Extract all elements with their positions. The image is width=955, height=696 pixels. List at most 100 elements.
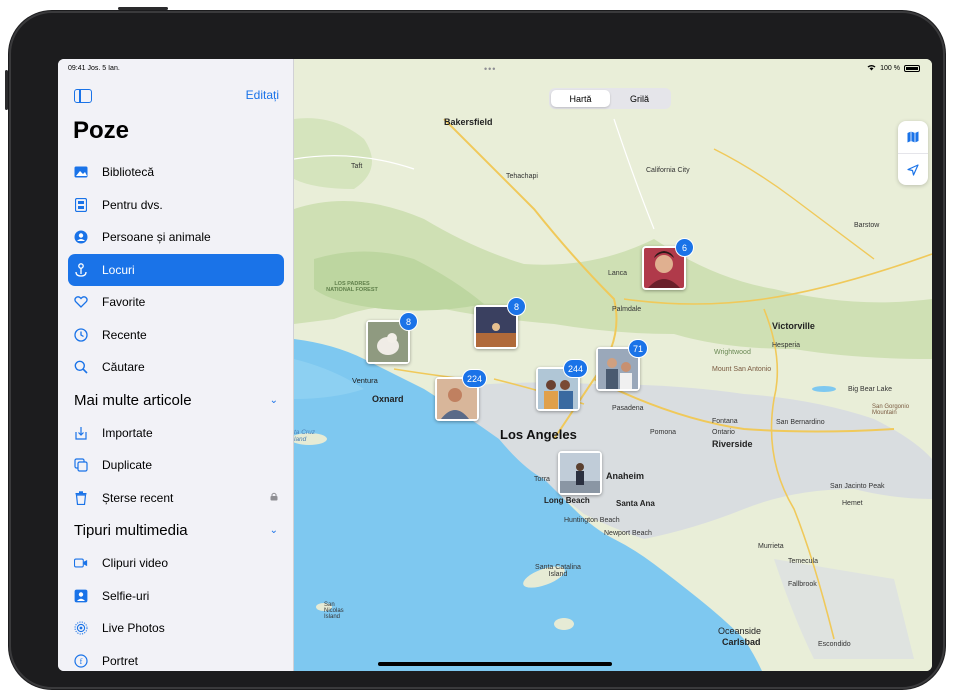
- sidebar-toggle-icon[interactable]: [74, 89, 92, 103]
- home-indicator[interactable]: [378, 662, 612, 666]
- map-label: Tehachapi: [506, 173, 538, 180]
- current-location-button[interactable]: [898, 153, 928, 185]
- segment-grid[interactable]: Grilă: [610, 90, 669, 107]
- map-label: Wrightwood: [714, 349, 751, 356]
- map-label: Oceanside: [718, 626, 762, 636]
- map-label: Santa Catalina Island: [535, 564, 581, 578]
- sidebar-item-imports[interactable]: Importate: [58, 417, 293, 450]
- cluster-count-badge: 8: [507, 297, 526, 316]
- photo-cluster[interactable]: 244: [536, 359, 588, 411]
- status-date: Jos. 5 Ian.: [87, 65, 120, 72]
- sidebar-item-search[interactable]: Căutare: [58, 351, 293, 384]
- photo-cluster[interactable]: 8: [366, 312, 418, 364]
- sidebar-item-label: Locuri: [102, 262, 135, 277]
- sidebar-item-for-you[interactable]: Pentru dvs.: [58, 189, 293, 222]
- photo-cluster[interactable]: 224: [435, 369, 487, 421]
- view-segmented-control: Hartă Grilă: [549, 88, 671, 109]
- map-label: Long Beach: [544, 496, 590, 505]
- heart-icon: [74, 295, 88, 309]
- sidebar-item-selfies[interactable]: Selfie-uri: [58, 580, 293, 613]
- photo-cluster[interactable]: 6: [642, 238, 694, 290]
- edit-button[interactable]: Editați: [246, 88, 279, 102]
- trash-icon: [74, 491, 88, 505]
- status-right: 100 %: [867, 64, 920, 73]
- cluster-photo: [560, 453, 600, 493]
- map-label: California City: [646, 167, 690, 174]
- map-label: Mount San Antonio: [712, 366, 772, 373]
- screen: 09:41 Jos. 5 Ian. Editați Poze Bibliotec…: [58, 59, 932, 671]
- map-label: Carlsbad: [722, 637, 761, 647]
- sidebar-item-label: Duplicate: [102, 458, 153, 473]
- cluster-count-badge: 6: [675, 238, 694, 257]
- map-style-button[interactable]: [898, 121, 928, 153]
- photo-cluster[interactable]: 71: [596, 339, 648, 391]
- section-media-types[interactable]: Tipuri multimedia ⌄: [58, 514, 293, 547]
- map-label: Hesperia: [772, 342, 801, 349]
- sidebar-item-recents[interactable]: Recente: [58, 319, 293, 352]
- multitasking-dots[interactable]: •••: [484, 64, 496, 74]
- segment-map[interactable]: Hartă: [551, 90, 610, 107]
- cluster-count-badge: 8: [399, 312, 418, 331]
- status-time-date: 09:41 Jos. 5 Ian.: [68, 65, 120, 72]
- photo-cluster[interactable]: 8: [474, 297, 526, 349]
- sidebar-item-label: Importate: [102, 425, 153, 440]
- map-label: Fontana: [712, 418, 738, 425]
- wifi-icon: [867, 64, 876, 73]
- photo-cluster[interactable]: [558, 451, 602, 495]
- sidebar-item-label: Șterse recent: [102, 490, 174, 505]
- section-title: Tipuri multimedia: [74, 522, 188, 539]
- sidebar-item-label: Pentru dvs.: [102, 197, 163, 212]
- map-label: Murrieta: [758, 543, 784, 550]
- location-arrow-icon: [907, 163, 919, 176]
- map-label: San Nicolas Island: [324, 602, 344, 620]
- map-label: Ontario: [712, 429, 735, 436]
- cluster-count-badge: 224: [461, 369, 487, 388]
- map-label: Anaheim: [606, 471, 645, 481]
- for-you-icon: [74, 197, 88, 212]
- map-label: Huntington Beach: [564, 517, 620, 524]
- map-label: Torra: [534, 476, 550, 483]
- search-icon: [74, 360, 88, 374]
- duplicate-icon: [74, 458, 88, 472]
- chevron-down-icon: ⌄: [269, 525, 278, 536]
- map-label: Pasadena: [612, 405, 644, 412]
- battery-icon: [904, 65, 920, 72]
- map-icon: [907, 131, 919, 143]
- section-more-items[interactable]: Mai multe articole ⌄: [58, 384, 293, 417]
- page-title: Poze: [73, 117, 130, 144]
- selfie-icon: [74, 589, 88, 603]
- sidebar-item-places[interactable]: Locuri: [68, 253, 284, 286]
- sidebar-item-people[interactable]: Persoane și animale: [58, 221, 293, 254]
- map-label: Palmdale: [612, 306, 642, 313]
- sidebar-item-live-photos[interactable]: Live Photos: [58, 612, 293, 645]
- sidebar-item-label: Favorite: [102, 295, 146, 310]
- chevron-down-icon: ⌄: [269, 394, 278, 406]
- map-label: Victorville: [772, 321, 815, 331]
- map-label: Oxnard: [372, 394, 404, 404]
- map-label: Fallbrook: [788, 581, 817, 588]
- sidebar-item-label: Bibliotecă: [102, 165, 155, 180]
- sidebar-item-label: Căutare: [102, 360, 145, 375]
- sidebar-item-label: Live Photos: [102, 621, 165, 636]
- sidebar-item-recently-deleted[interactable]: Șterse recent: [58, 482, 293, 515]
- sidebar-item-favorites[interactable]: Favorite: [58, 286, 293, 319]
- volume-button: [5, 70, 8, 110]
- places-map[interactable]: Bakersfield Taft Tehachapi California Ci…: [294, 59, 932, 671]
- sidebar-item-label: Portret: [102, 653, 139, 668]
- photo-library-icon: [74, 165, 88, 179]
- status-time: 09:41: [68, 65, 86, 72]
- map-label: ta Cruz land: [294, 429, 315, 443]
- map-label: Newport Beach: [604, 530, 652, 537]
- import-icon: [74, 426, 88, 440]
- map-label: Big Bear Lake: [848, 386, 892, 393]
- live-photo-icon: [74, 621, 88, 635]
- sidebar-item-duplicates[interactable]: Duplicate: [58, 449, 293, 482]
- cluster-count-badge: 244: [562, 359, 588, 378]
- sidebar-item-portrait[interactable]: f Portret: [58, 645, 293, 672]
- map-label: Temecula: [788, 558, 818, 565]
- map-label: Ventura: [352, 376, 378, 385]
- map-label: Lanca: [608, 270, 628, 277]
- sidebar-item-library[interactable]: Bibliotecă: [58, 156, 293, 189]
- sidebar-item-videos[interactable]: Clipuri video: [58, 547, 293, 580]
- map-label: Los Angeles: [500, 427, 577, 442]
